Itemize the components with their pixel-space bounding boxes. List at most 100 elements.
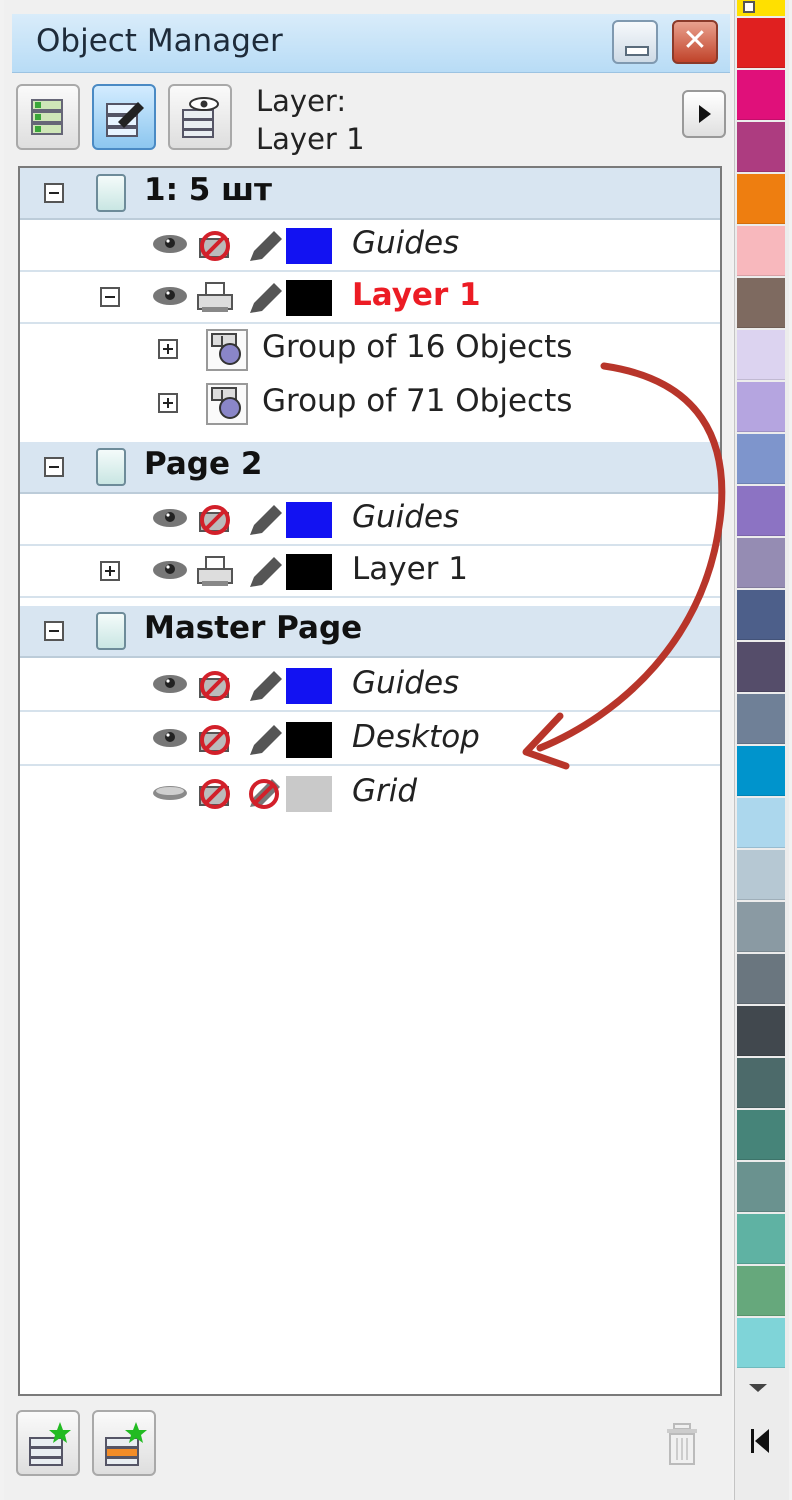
page-row-1[interactable]: 1: 5 шт bbox=[20, 168, 720, 220]
layer-row-guides[interactable]: Guides bbox=[20, 494, 720, 546]
page-row-master[interactable]: Master Page bbox=[20, 606, 720, 658]
new-master-layer-button[interactable] bbox=[92, 1410, 156, 1476]
collapse-toggle[interactable] bbox=[44, 621, 64, 641]
bottom-toolbar bbox=[16, 1402, 730, 1482]
palette-color-chip[interactable] bbox=[737, 642, 785, 692]
layer-row-desktop[interactable]: Desktop bbox=[20, 714, 720, 766]
palette-color-chip[interactable] bbox=[737, 590, 785, 640]
palette-color-chip[interactable] bbox=[737, 278, 785, 328]
palette-color-chip[interactable] bbox=[737, 434, 785, 484]
layer-color-swatch[interactable] bbox=[286, 228, 332, 264]
palette-color-chip[interactable] bbox=[737, 538, 785, 588]
pencil-edit-icon[interactable] bbox=[246, 555, 284, 589]
pencil-edit-icon[interactable] bbox=[246, 281, 284, 315]
page-icon bbox=[96, 174, 126, 212]
collapse-toggle[interactable] bbox=[44, 457, 64, 477]
minimize-button[interactable] bbox=[612, 20, 658, 64]
pencil-edit-icon[interactable] bbox=[246, 503, 284, 537]
show-object-properties-button[interactable] bbox=[16, 84, 80, 150]
eye-icon[interactable] bbox=[150, 503, 190, 533]
layer-row-layer1[interactable]: Layer 1 bbox=[20, 546, 720, 598]
eye-icon[interactable] bbox=[150, 723, 190, 753]
pencil-edit-icon[interactable] bbox=[246, 669, 284, 703]
group-icon bbox=[206, 383, 248, 425]
palette-color-chip[interactable] bbox=[737, 694, 785, 744]
layer-row-guides[interactable]: Guides bbox=[20, 660, 720, 712]
palette-no-color-chip[interactable] bbox=[737, 0, 785, 16]
edit-disabled-icon[interactable] bbox=[244, 777, 284, 811]
palette-color-chip[interactable] bbox=[737, 18, 785, 68]
layer-label: Desktop bbox=[352, 719, 480, 755]
palette-color-chip[interactable] bbox=[737, 1318, 785, 1368]
collapse-toggle[interactable] bbox=[100, 287, 120, 307]
palette-color-chip[interactable] bbox=[737, 382, 785, 432]
edit-across-layers-button[interactable] bbox=[92, 84, 156, 150]
palette-color-chip[interactable] bbox=[737, 1266, 785, 1316]
current-layer-name: Layer 1 bbox=[256, 122, 365, 156]
palette-scroll-down-icon[interactable] bbox=[749, 1384, 767, 1392]
palette-color-chip[interactable] bbox=[737, 902, 785, 952]
layer-row-layer1-active[interactable]: Layer 1 bbox=[20, 272, 720, 324]
object-row-group71[interactable]: Group of 71 Objects bbox=[20, 378, 720, 430]
layer-manager-view-button[interactable] bbox=[168, 84, 232, 150]
title-bar[interactable]: Object Manager ✕ bbox=[12, 14, 730, 73]
eye-icon[interactable] bbox=[150, 229, 190, 259]
palette-color-chip[interactable] bbox=[737, 1214, 785, 1264]
printer-icon[interactable] bbox=[196, 555, 236, 589]
palette-color-chip[interactable] bbox=[737, 1110, 785, 1160]
layer-row-grid[interactable]: Grid bbox=[20, 768, 720, 820]
edit-across-layers-icon bbox=[106, 102, 144, 137]
palette-color-chip[interactable] bbox=[737, 330, 785, 380]
palette-scroll-start-icon[interactable] bbox=[749, 1428, 771, 1454]
print-disabled-icon[interactable] bbox=[196, 777, 236, 811]
palette-color-chip[interactable] bbox=[737, 746, 785, 796]
eye-closed-icon[interactable] bbox=[150, 777, 190, 807]
collapse-toggle[interactable] bbox=[44, 183, 64, 203]
layer-color-swatch[interactable] bbox=[286, 554, 332, 590]
eye-icon[interactable] bbox=[150, 555, 190, 585]
print-disabled-icon[interactable] bbox=[196, 229, 236, 263]
palette-color-chip[interactable] bbox=[737, 226, 785, 276]
close-button[interactable]: ✕ bbox=[672, 20, 718, 64]
object-row-group16[interactable]: Group of 16 Objects bbox=[20, 324, 720, 376]
print-disabled-icon[interactable] bbox=[196, 503, 236, 537]
layer-label: Layer 1 bbox=[352, 277, 481, 313]
layer-color-swatch[interactable] bbox=[286, 776, 332, 812]
layer-prefix-label: Layer: bbox=[256, 84, 347, 118]
expand-toggle[interactable] bbox=[100, 561, 120, 581]
palette-color-chip[interactable] bbox=[737, 1006, 785, 1056]
delete-icon[interactable] bbox=[664, 1420, 704, 1470]
pencil-edit-icon[interactable] bbox=[246, 723, 284, 757]
object-manager-panel: Object Manager ✕ Layer: Layer 1 1: 5 шт … bbox=[4, 0, 732, 1500]
flyout-menu-button[interactable] bbox=[682, 90, 726, 138]
eye-icon[interactable] bbox=[150, 281, 190, 311]
print-disabled-icon[interactable] bbox=[196, 669, 236, 703]
printer-icon[interactable] bbox=[196, 281, 236, 315]
group-label: Group of 16 Objects bbox=[262, 329, 573, 365]
palette-color-chip[interactable] bbox=[737, 486, 785, 536]
layer-row-guides[interactable]: Guides bbox=[20, 220, 720, 272]
palette-color-chip[interactable] bbox=[737, 1162, 785, 1212]
print-disabled-icon[interactable] bbox=[196, 723, 236, 757]
eye-icon[interactable] bbox=[150, 669, 190, 699]
page-row-2[interactable]: Page 2 bbox=[20, 442, 720, 494]
pencil-edit-icon[interactable] bbox=[246, 229, 284, 263]
layer-color-swatch[interactable] bbox=[286, 280, 332, 316]
new-layer-button[interactable] bbox=[16, 1410, 80, 1476]
palette-color-chip[interactable] bbox=[737, 850, 785, 900]
expand-toggle[interactable] bbox=[158, 339, 178, 359]
palette-color-chip[interactable] bbox=[737, 70, 785, 120]
palette-color-chip[interactable] bbox=[737, 174, 785, 224]
show-object-properties-icon bbox=[31, 99, 63, 135]
palette-color-chip[interactable] bbox=[737, 1058, 785, 1108]
layer-label: Guides bbox=[352, 225, 460, 261]
new-master-layer-icon bbox=[105, 1422, 147, 1466]
layer-color-swatch[interactable] bbox=[286, 722, 332, 758]
new-layer-icon bbox=[29, 1422, 71, 1466]
layer-color-swatch[interactable] bbox=[286, 502, 332, 538]
layer-color-swatch[interactable] bbox=[286, 668, 332, 704]
palette-color-chip[interactable] bbox=[737, 798, 785, 848]
palette-color-chip[interactable] bbox=[737, 122, 785, 172]
palette-color-chip[interactable] bbox=[737, 954, 785, 1004]
expand-toggle[interactable] bbox=[158, 393, 178, 413]
